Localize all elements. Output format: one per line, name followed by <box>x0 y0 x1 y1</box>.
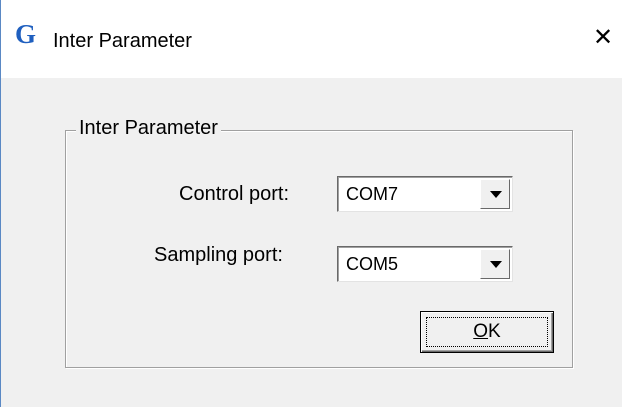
control-port-label: Control port: <box>179 183 290 205</box>
title-bar[interactable]: G Inter Parameter ✕ <box>1 0 622 78</box>
close-button[interactable]: ✕ <box>591 24 615 52</box>
close-icon: ✕ <box>592 24 614 51</box>
window-title: Inter Parameter <box>53 30 192 52</box>
ok-button[interactable]: OK <box>420 311 554 353</box>
sampling-port-value: COM5 <box>346 254 399 274</box>
ok-label-rest: K <box>488 321 501 342</box>
sampling-port-label: Sampling port: <box>154 244 283 266</box>
ok-button-label: OK <box>421 321 553 343</box>
app-g-icon: G <box>15 19 37 49</box>
chevron-down-icon[interactable] <box>480 249 510 279</box>
control-port-value: COM7 <box>346 184 399 204</box>
sampling-port-select[interactable]: COM5 <box>337 246 513 282</box>
groupbox-legend: Inter Parameter <box>76 117 221 140</box>
ok-mnemonic: O <box>473 321 489 342</box>
chevron-down-icon[interactable] <box>480 179 510 209</box>
dialog-window: G Inter Parameter ✕ Inter Parameter Cont… <box>0 0 622 407</box>
control-port-select[interactable]: COM7 <box>337 176 513 212</box>
